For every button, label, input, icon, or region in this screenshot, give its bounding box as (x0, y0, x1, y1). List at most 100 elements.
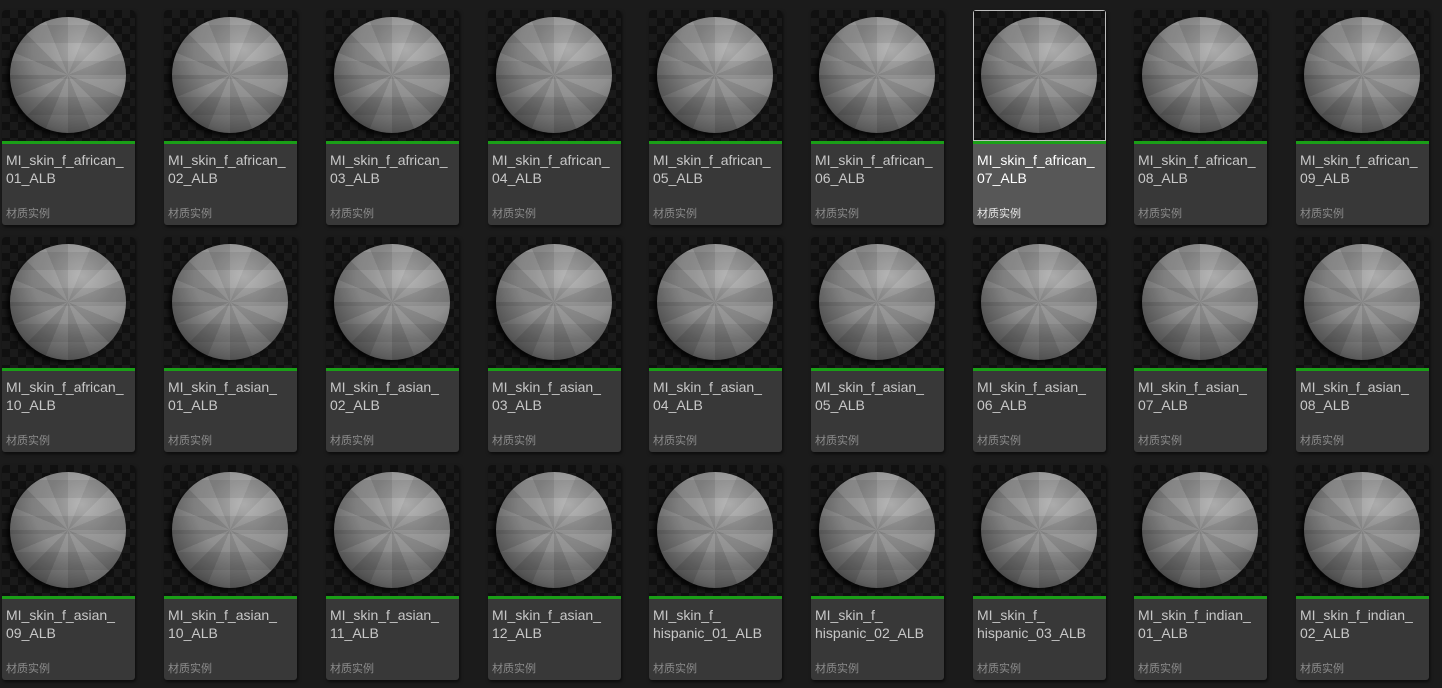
asset-type-color-bar (2, 141, 135, 144)
material-sphere-preview (334, 17, 450, 133)
material-sphere-preview (172, 17, 288, 133)
asset-type-color-bar (326, 596, 459, 599)
asset-tile[interactable]: MI_skin_f_african_ 01_ALB 材质实例 (2, 10, 135, 225)
material-sphere-preview (819, 472, 935, 588)
asset-type-label: 材质实例 (977, 435, 1021, 447)
material-sphere-preview (1142, 17, 1258, 133)
asset-tile[interactable]: MI_skin_f_asian_ 12_ALB 材质实例 (488, 465, 621, 680)
asset-tile[interactable]: MI_skin_f_african_ 04_ALB 材质实例 (488, 10, 621, 225)
asset-name: MI_skin_f_asian_ 08_ALB (1300, 379, 1409, 413)
asset-tile[interactable]: MI_skin_f_african_ 09_ALB 材质实例 (1296, 10, 1429, 225)
asset-type-color-bar (488, 141, 621, 144)
asset-type-label: 材质实例 (168, 663, 212, 675)
asset-name: MI_skin_f_indian_ 02_ALB (1300, 607, 1413, 641)
asset-tile[interactable]: MI_skin_f_asian_ 03_ALB 材质实例 (488, 237, 621, 452)
asset-tile[interactable]: MI_skin_f_african_ 02_ALB 材质实例 (164, 10, 297, 225)
asset-tile[interactable]: MI_skin_f_african_ 03_ALB 材质实例 (326, 10, 459, 225)
asset-tile[interactable]: MI_skin_f_african_ 06_ALB 材质实例 (811, 10, 944, 225)
asset-tile[interactable]: MI_skin_f_asian_ 06_ALB 材质实例 (973, 237, 1106, 452)
asset-thumbnail (2, 10, 135, 141)
asset-type-color-bar (1134, 368, 1267, 371)
material-sphere-preview (657, 472, 773, 588)
asset-tile[interactable]: MI_skin_f_african_ 05_ALB 材质实例 (649, 10, 782, 225)
material-sphere-preview (10, 472, 126, 588)
asset-thumbnail (164, 465, 297, 596)
asset-name: MI_skin_f_african_ 07_ALB (977, 152, 1095, 186)
asset-thumbnail (2, 465, 135, 596)
asset-type-label: 材质实例 (1300, 663, 1344, 675)
asset-type-color-bar (326, 368, 459, 371)
material-sphere-preview (10, 244, 126, 360)
asset-name: MI_skin_f_african_ 10_ALB (6, 379, 124, 413)
asset-tile[interactable]: MI_skin_f_asian_ 10_ALB 材质实例 (164, 465, 297, 680)
asset-thumbnail (164, 10, 297, 141)
material-sphere-preview (819, 244, 935, 360)
asset-thumbnail (811, 10, 944, 141)
asset-name: MI_skin_f_african_ 01_ALB (6, 152, 124, 186)
asset-thumbnail (811, 237, 944, 368)
asset-type-color-bar (488, 368, 621, 371)
asset-name: MI_skin_f_asian_ 07_ALB (1138, 379, 1247, 413)
asset-thumbnail (1296, 465, 1429, 596)
asset-type-label: 材质实例 (330, 435, 374, 447)
asset-tile[interactable]: MI_skin_f_african_ 10_ALB 材质实例 (2, 237, 135, 452)
asset-type-color-bar (973, 141, 1106, 144)
asset-type-color-bar (649, 141, 782, 144)
asset-type-color-bar (811, 368, 944, 371)
asset-type-color-bar (649, 368, 782, 371)
asset-thumbnail (1134, 237, 1267, 368)
asset-thumbnail (1296, 10, 1429, 141)
asset-type-color-bar (1134, 141, 1267, 144)
asset-tile[interactable]: MI_skin_f_indian_ 01_ALB 材质实例 (1134, 465, 1267, 680)
asset-tile[interactable]: MI_skin_f_ hispanic_02_ALB 材质实例 (811, 465, 944, 680)
asset-type-color-bar (1296, 596, 1429, 599)
asset-type-label: 材质实例 (653, 435, 697, 447)
content-browser-asset-grid: MI_skin_f_african_ 01_ALB 材质实例 MI_skin_f_a… (0, 0, 1442, 688)
asset-type-label: 材质实例 (1300, 208, 1344, 220)
asset-tile[interactable]: MI_skin_f_asian_ 11_ALB 材质实例 (326, 465, 459, 680)
asset-name: MI_skin_f_ hispanic_02_ALB (815, 607, 924, 641)
asset-tile[interactable]: MI_skin_f_asian_ 02_ALB 材质实例 (326, 237, 459, 452)
asset-name: MI_skin_f_asian_ 05_ALB (815, 379, 924, 413)
asset-type-color-bar (973, 368, 1106, 371)
asset-tile[interactable]: MI_skin_f_asian_ 01_ALB 材质实例 (164, 237, 297, 452)
material-sphere-preview (172, 244, 288, 360)
asset-tile[interactable]: MI_skin_f_ hispanic_01_ALB 材质实例 (649, 465, 782, 680)
asset-tile[interactable]: MI_skin_f_indian_ 02_ALB 材质实例 (1296, 465, 1429, 680)
asset-tile[interactable]: MI_skin_f_asian_ 05_ALB 材质实例 (811, 237, 944, 452)
asset-thumbnail (973, 10, 1106, 141)
material-sphere-preview (172, 472, 288, 588)
asset-thumbnail (488, 237, 621, 368)
asset-type-color-bar (1296, 141, 1429, 144)
asset-tile[interactable]: MI_skin_f_african_ 08_ALB 材质实例 (1134, 10, 1267, 225)
material-sphere-preview (981, 244, 1097, 360)
material-sphere-preview (334, 244, 450, 360)
asset-tile[interactable]: MI_skin_f_asian_ 04_ALB 材质实例 (649, 237, 782, 452)
asset-name: MI_skin_f_asian_ 02_ALB (330, 379, 439, 413)
asset-thumbnail (2, 237, 135, 368)
asset-type-color-bar (1134, 596, 1267, 599)
asset-tile[interactable]: MI_skin_f_asian_ 08_ALB 材质实例 (1296, 237, 1429, 452)
asset-name: MI_skin_f_african_ 02_ALB (168, 152, 286, 186)
asset-tile[interactable]: MI_skin_f_asian_ 07_ALB 材质实例 (1134, 237, 1267, 452)
asset-type-color-bar (2, 596, 135, 599)
asset-type-label: 材质实例 (330, 663, 374, 675)
asset-type-label: 材质实例 (977, 663, 1021, 675)
asset-thumbnail (326, 237, 459, 368)
asset-type-label: 材质实例 (653, 663, 697, 675)
material-sphere-preview (10, 17, 126, 133)
asset-type-label: 材质实例 (492, 208, 536, 220)
material-sphere-preview (1142, 244, 1258, 360)
asset-name: MI_skin_f_ hispanic_01_ALB (653, 607, 762, 641)
asset-tile[interactable]: MI_skin_f_asian_ 09_ALB 材质实例 (2, 465, 135, 680)
asset-tile[interactable]: MI_skin_f_african_ 07_ALB 材质实例 (973, 10, 1106, 225)
asset-type-label: 材质实例 (977, 208, 1021, 220)
asset-thumbnail (811, 465, 944, 596)
asset-thumbnail (326, 465, 459, 596)
asset-type-color-bar (649, 596, 782, 599)
asset-type-label: 材质实例 (815, 435, 859, 447)
asset-tile[interactable]: MI_skin_f_ hispanic_03_ALB 材质实例 (973, 465, 1106, 680)
asset-type-color-bar (811, 596, 944, 599)
asset-type-label: 材质实例 (6, 435, 50, 447)
asset-thumbnail (326, 10, 459, 141)
